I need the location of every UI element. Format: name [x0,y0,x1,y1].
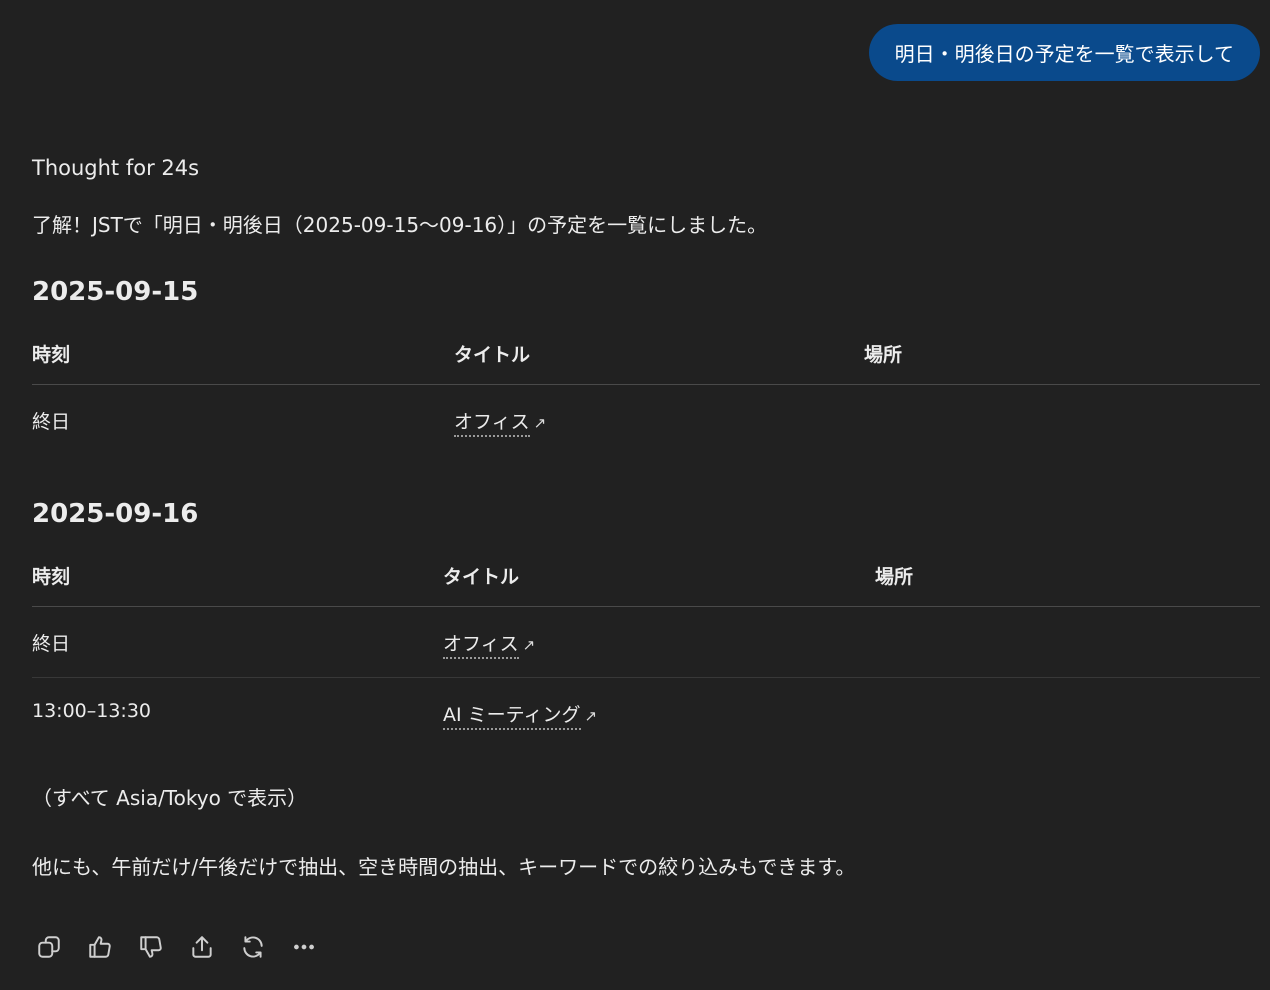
external-link-icon: ↗ [584,707,598,725]
date-heading-2: 2025-09-16 [32,499,199,529]
user-message-text: 明日・明後日の予定を一覧で表示して [894,42,1234,66]
more-button[interactable] [287,930,320,964]
timezone-note: （すべて Asia/Tokyo で表示） [32,786,308,810]
header-title: タイトル [454,344,531,366]
followup-text: 他にも、午前だけ/午後だけで抽出、空き時間の抽出、キーワードでの絞り込みもできま… [32,855,856,879]
schedule-table-1: 時刻 タイトル 場所 終日 オフィス ↗ [32,332,1260,455]
schedule-table-2: 時刻 タイトル 場所 終日 オフィス ↗ 13:00–13:30 AI ミーティン… [32,554,1260,748]
table-row: 終日 オフィス ↗ [32,385,1260,455]
header-time: 時刻 [32,566,71,588]
row-time: 終日 [32,411,71,433]
thumbs-down-icon [139,936,162,958]
thumbs-down-button[interactable] [134,930,167,964]
share-icon [191,936,212,958]
row-title: AI ミーティング ↗ [443,700,598,730]
assistant-intro: 了解！JSTで「明日・明後日（2025-09-15〜09-16）」の予定を一覧に… [32,213,768,237]
header-title: タイトル [443,566,520,588]
table-header: 時刻 タイトル 場所 [32,554,1260,607]
header-time: 時刻 [32,344,71,366]
thumbs-up-icon [88,936,111,958]
row-time: 終日 [32,633,71,655]
message-actions [32,930,320,964]
thumbs-up-button[interactable] [83,930,116,964]
date-heading-1: 2025-09-15 [32,277,199,307]
header-place: 場所 [875,566,914,588]
copy-icon [37,936,60,958]
copy-button[interactable] [32,930,65,964]
event-link[interactable]: AI ミーティング [443,704,581,730]
thought-toggle[interactable]: Thought for 24s [32,156,199,180]
regenerate-icon [242,936,263,958]
table-header: 時刻 タイトル 場所 [32,332,1260,385]
event-link[interactable]: オフィス [454,411,530,437]
share-button[interactable] [185,930,218,964]
row-title: オフィス ↗ [443,629,536,659]
table-row: 終日 オフィス ↗ [32,607,1260,677]
external-link-icon: ↗ [533,414,547,432]
header-place: 場所 [864,344,903,366]
event-link[interactable]: オフィス [443,633,519,659]
row-time: 13:00–13:30 [32,700,152,722]
table-row: 13:00–13:30 AI ミーティング ↗ [32,677,1260,748]
chat-page: 明日・明後日の予定を一覧で表示して Thought for 24s 了解！JST… [0,0,1270,990]
more-icon [293,944,314,950]
external-link-icon: ↗ [522,636,536,654]
regenerate-button[interactable] [236,930,269,964]
user-message-bubble: 明日・明後日の予定を一覧で表示して [868,24,1260,81]
row-title: オフィス ↗ [454,407,547,437]
